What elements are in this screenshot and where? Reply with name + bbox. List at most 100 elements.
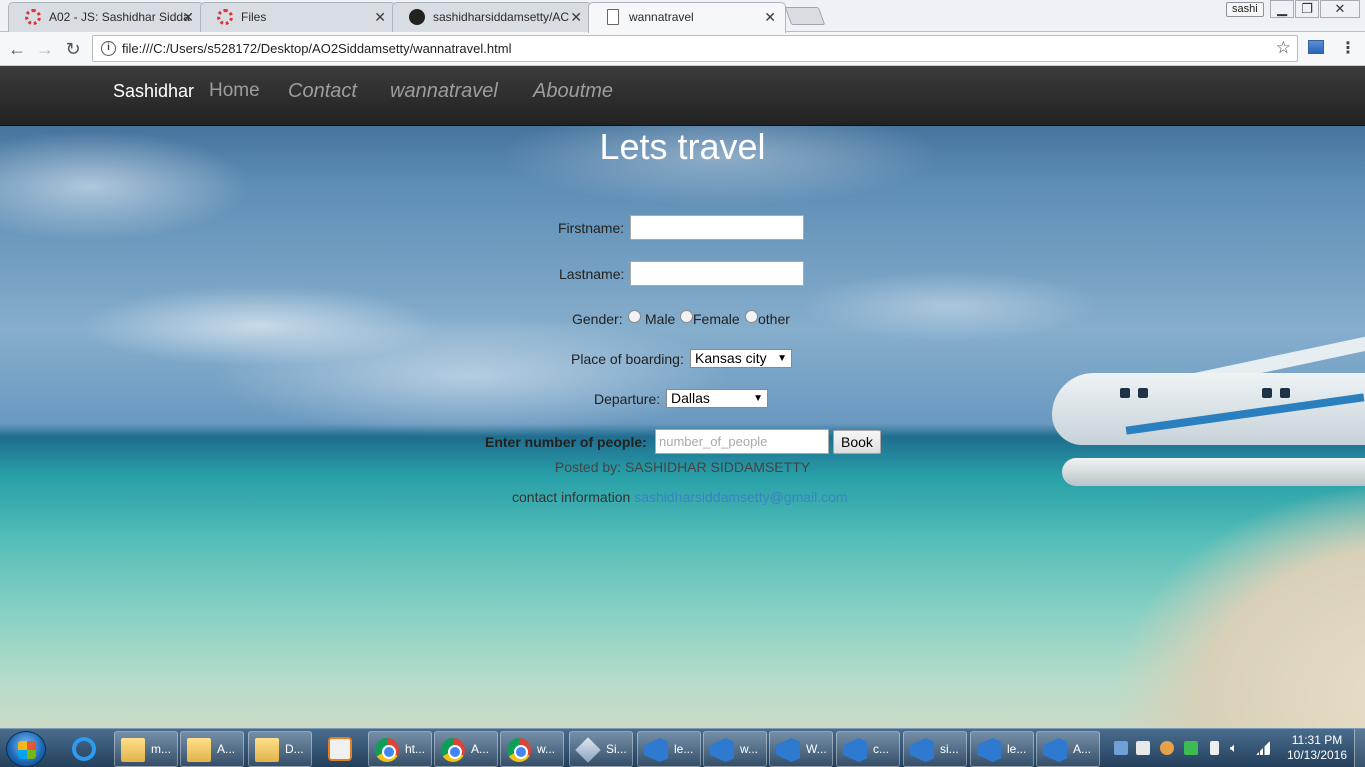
nav-link-aboutme[interactable]: Aboutme xyxy=(533,80,613,103)
browser-tab-4[interactable]: wannatravel ✕ xyxy=(588,2,786,33)
visual-studio-icon xyxy=(843,738,867,762)
taskbar-item-label: A... xyxy=(471,742,490,756)
gender-female-label: Female xyxy=(693,311,740,327)
taskbar-item-folder[interactable]: A... xyxy=(180,731,244,767)
taskbar-item-label: w... xyxy=(537,742,556,756)
nav-link-contact[interactable]: Contact xyxy=(288,80,357,103)
tab-close-icon[interactable]: ✕ xyxy=(570,3,582,31)
tab-close-icon[interactable]: ✕ xyxy=(374,3,386,31)
folder-icon xyxy=(255,738,279,762)
extension-icon[interactable] xyxy=(1308,40,1324,54)
taskbar-item-vscode[interactable]: si... xyxy=(903,731,967,767)
taskbar-item-chrome[interactable]: w... xyxy=(500,731,564,767)
posted-by-text: Posted by: SASHIDHAR SIDDAMSETTY xyxy=(554,459,811,475)
show-desktop-button[interactable] xyxy=(1354,729,1365,767)
taskbar-item-vscode[interactable]: le... xyxy=(970,731,1034,767)
visual-studio-icon xyxy=(776,738,800,762)
taskbar-clock[interactable]: 11:31 PM 10/13/2016 xyxy=(1286,733,1348,763)
navbar-brand[interactable]: Sashidhar xyxy=(113,81,194,102)
taskbar-item-label: A... xyxy=(217,742,236,756)
lastname-input[interactable] xyxy=(630,261,804,286)
gender-male-radio[interactable] xyxy=(628,310,641,323)
site-navbar: Sashidhar Home Contact wannatravel About… xyxy=(0,66,1365,126)
page-title: Lets travel xyxy=(599,126,766,167)
people-label: Enter number of people: xyxy=(485,434,647,450)
bookmark-star-icon[interactable]: ☆ xyxy=(1276,38,1291,58)
browser-tab-2[interactable]: Files ✕ xyxy=(200,2,396,32)
seaplane-image xyxy=(1052,373,1365,445)
firstname-label: Firstname: xyxy=(558,220,625,236)
departure-selected-value: Dallas xyxy=(671,390,710,406)
departure-label: Departure: xyxy=(594,391,661,407)
tray-display-icon[interactable] xyxy=(1136,741,1150,755)
start-button[interactable] xyxy=(6,731,46,767)
taskbar-item-vscode[interactable]: le... xyxy=(637,731,701,767)
firstname-input[interactable] xyxy=(630,215,804,240)
taskbar-item-label: Si... xyxy=(606,742,627,756)
taskbar-pin-ie[interactable] xyxy=(56,731,112,767)
boarding-label: Place of boarding: xyxy=(571,351,684,367)
contact-email-link[interactable]: sashidharsiddamsetty@gmail.com xyxy=(634,489,847,505)
minimize-button[interactable]: ▁ xyxy=(1270,0,1294,18)
taskbar-item-label: w... xyxy=(740,742,759,756)
restore-button[interactable]: ❐ xyxy=(1295,0,1319,18)
gender-male-label: Male xyxy=(645,311,676,327)
taskbar-item-folder[interactable]: m... xyxy=(114,731,178,767)
taskbar-item-vscode[interactable]: c... xyxy=(836,731,900,767)
tray-app-icon[interactable] xyxy=(1160,741,1174,755)
chrome-icon xyxy=(507,738,531,762)
taskbar-item-label: c... xyxy=(873,742,890,756)
nav-link-wannatravel[interactable]: wannatravel xyxy=(390,80,498,103)
visual-studio-icon xyxy=(1043,738,1067,762)
loading-ring-icon xyxy=(25,9,41,25)
nav-link-home[interactable]: Home xyxy=(209,80,260,102)
tray-app-icon[interactable] xyxy=(1114,741,1128,755)
taskbar-item-virtualbox[interactable]: Si... xyxy=(569,731,633,767)
taskbar-item-folder[interactable]: D... xyxy=(248,731,312,767)
network-signal-icon[interactable] xyxy=(1256,741,1270,755)
back-arrow-icon[interactable]: ← xyxy=(4,36,30,62)
tray-security-icon[interactable] xyxy=(1184,741,1198,755)
taskbar-item-chrome[interactable]: ht... xyxy=(368,731,432,767)
people-input[interactable] xyxy=(655,429,829,454)
volume-icon[interactable]: 🔈︎ xyxy=(1230,741,1244,755)
info-icon[interactable]: i xyxy=(101,41,116,56)
tab-close-icon[interactable]: ✕ xyxy=(182,3,194,31)
boarding-select[interactable]: Kansas city ▼ xyxy=(690,349,792,368)
forward-arrow-icon[interactable]: → xyxy=(32,36,58,62)
page-viewport: Sashidhar Home Contact wannatravel About… xyxy=(0,66,1365,728)
taskbar-item-vscode[interactable]: w... xyxy=(703,731,767,767)
windows-logo-icon xyxy=(18,741,36,759)
new-tab-button[interactable] xyxy=(784,7,826,25)
gender-label: Gender: xyxy=(572,311,623,327)
taskbar-item-vscode[interactable]: W... xyxy=(769,731,833,767)
loading-ring-icon xyxy=(217,9,233,25)
battery-icon[interactable] xyxy=(1210,741,1219,755)
gender-female-radio[interactable] xyxy=(680,310,693,323)
address-bar[interactable]: i file:///C:/Users/s528172/Desktop/AO2Si… xyxy=(92,35,1298,62)
close-window-button[interactable]: ✕ xyxy=(1320,0,1360,18)
tab-close-icon[interactable]: ✕ xyxy=(764,3,776,31)
browser-tab-1[interactable]: A02 - JS: Sashidhar Sidda ✕ xyxy=(8,2,204,32)
book-button[interactable]: Book xyxy=(833,430,881,454)
page-icon xyxy=(607,9,619,25)
browser-tab-3[interactable]: sashidharsiddamsetty/AC ✕ xyxy=(392,2,592,32)
folder-icon xyxy=(121,738,145,762)
seaplane-window xyxy=(1262,388,1272,398)
tab-strip: A02 - JS: Sashidhar Sidda ✕ Files ✕ sash… xyxy=(0,0,1365,33)
menu-icon[interactable]: ⋮ xyxy=(1340,38,1356,58)
taskbar-item-label: le... xyxy=(674,742,694,756)
departure-select[interactable]: Dallas ▼ xyxy=(666,389,768,408)
taskbar-item-label: ht... xyxy=(405,742,426,756)
tab-title: Files xyxy=(241,10,267,24)
chrome-icon xyxy=(441,738,465,762)
taskbar-item-chrome[interactable]: A... xyxy=(434,731,498,767)
contact-label: contact information xyxy=(512,489,631,505)
gender-other-radio[interactable] xyxy=(745,310,758,323)
profile-button[interactable]: sashi xyxy=(1226,2,1264,17)
url-text[interactable]: file:///C:/Users/s528172/Desktop/AO2Sidd… xyxy=(122,41,511,56)
taskbar-pin-media[interactable] xyxy=(316,731,364,767)
taskbar-item-label: le... xyxy=(1007,742,1027,756)
taskbar-item-vscode[interactable]: A... xyxy=(1036,731,1100,767)
reload-icon[interactable]: ↻ xyxy=(60,36,86,62)
